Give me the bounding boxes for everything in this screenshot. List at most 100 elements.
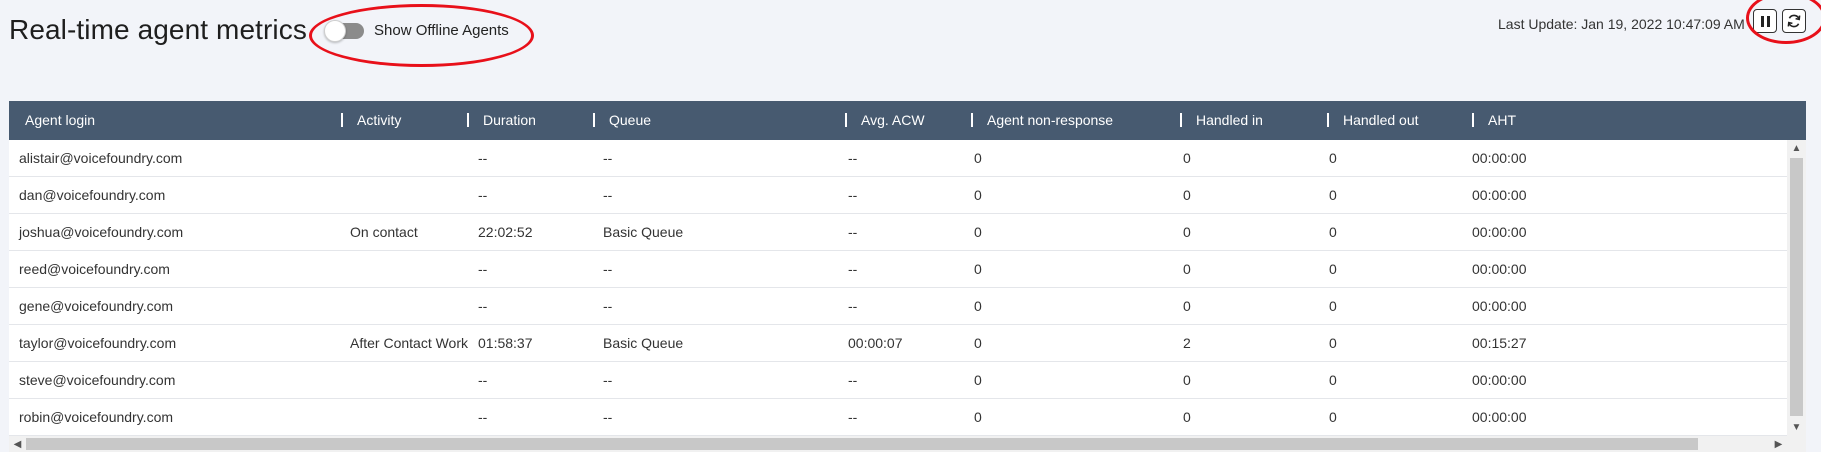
avg-acw-cell: -- [848, 372, 858, 388]
vertical-scrollbar[interactable]: ▲ ▼ [1787, 140, 1806, 436]
agent-login-cell: dan@voicefoundry.com [19, 187, 166, 203]
scroll-down-arrow-icon[interactable]: ▼ [1787, 419, 1806, 436]
duration-cell: -- [478, 261, 488, 277]
avg-acw-cell: -- [848, 150, 858, 166]
duration-cell: -- [478, 187, 488, 203]
duration-cell: -- [478, 372, 488, 388]
handled-in-cell: 0 [1183, 224, 1191, 240]
agent-non-response-cell: 0 [974, 187, 982, 203]
duration-cell: -- [478, 298, 488, 314]
toggle-label: Show Offline Agents [374, 22, 509, 39]
activity-cell: After Contact Work [350, 335, 469, 351]
aht-cell: 00:00:00 [1472, 150, 1527, 166]
agent-login-cell: taylor@voicefoundry.com [19, 335, 177, 351]
table-row[interactable]: taylor@voicefoundry.com After Contact Wor… [9, 325, 1787, 362]
agent-login-cell: alistair@voicefoundry.com [19, 150, 183, 166]
avg-acw-cell: -- [848, 187, 858, 203]
duration-cell: -- [478, 150, 488, 166]
avg-acw-cell: 00:00:07 [848, 335, 903, 351]
duration-cell: -- [478, 409, 488, 425]
column-header-agent-non-response[interactable]: Agent non-response [971, 101, 1113, 140]
table-body: alistair@voicefoundry.com -- -- -- 0 0 0 00:00:… [9, 140, 1787, 436]
column-header-activity[interactable]: Activity [341, 101, 401, 140]
aht-cell: 00:00:00 [1472, 409, 1527, 425]
table-row[interactable]: joshua@voicefoundry.com On contact 22:02:5… [9, 214, 1787, 251]
agent-non-response-cell: 0 [974, 372, 982, 388]
agent-login-cell: steve@voicefoundry.com [19, 372, 176, 388]
table-header: Agent login Activity Duration Queue Avg.… [9, 101, 1806, 140]
handled-out-cell: 0 [1329, 187, 1337, 203]
agent-non-response-cell: 0 [974, 224, 982, 240]
refresh-icon [1787, 14, 1801, 28]
last-update-timestamp: Last Update: Jan 19, 2022 10:47:09 AM [1498, 16, 1745, 32]
handled-out-cell: 0 [1329, 298, 1337, 314]
aht-cell: 00:15:27 [1472, 335, 1527, 351]
avg-acw-cell: -- [848, 409, 858, 425]
refresh-button[interactable] [1782, 9, 1806, 33]
scroll-left-arrow-icon[interactable]: ◀ [9, 436, 26, 452]
queue-cell: Basic Queue [603, 335, 684, 351]
handled-in-cell: 0 [1183, 298, 1191, 314]
table-row[interactable]: robin@voicefoundry.com -- -- -- 0 0 0 00:00:00 [9, 399, 1787, 436]
handled-in-cell: 0 [1183, 150, 1191, 166]
handled-out-cell: 0 [1329, 335, 1337, 351]
aht-cell: 00:00:00 [1472, 298, 1527, 314]
toggle-knob [324, 19, 346, 42]
handled-in-cell: 2 [1183, 335, 1191, 351]
horizontal-scrollbar-thumb[interactable] [26, 438, 1698, 450]
handled-out-cell: 0 [1329, 224, 1337, 240]
duration-cell: 22:02:52 [478, 224, 533, 240]
duration-cell: 01:58:37 [478, 335, 533, 351]
column-header-handled-out[interactable]: Handled out [1327, 101, 1419, 140]
handled-out-cell: 0 [1329, 150, 1337, 166]
column-header-agent-login[interactable]: Agent login [9, 101, 95, 140]
table-row[interactable]: steve@voicefoundry.com -- -- -- 0 0 0 00:00:00 [9, 362, 1787, 399]
column-header-duration[interactable]: Duration [467, 101, 536, 140]
handled-in-cell: 0 [1183, 261, 1191, 277]
table-row[interactable]: alistair@voicefoundry.com -- -- -- 0 0 0 00:00:… [9, 140, 1787, 177]
column-header-handled-in[interactable]: Handled in [1180, 101, 1263, 140]
pause-button[interactable] [1753, 9, 1777, 33]
handled-in-cell: 0 [1183, 187, 1191, 203]
scroll-up-arrow-icon[interactable]: ▲ [1787, 140, 1806, 157]
queue-cell: Basic Queue [603, 224, 684, 240]
aht-cell: 00:00:00 [1472, 372, 1527, 388]
table-row[interactable]: gene@voicefoundry.com -- -- -- 0 0 0 00:00:00 [9, 288, 1787, 325]
handled-out-cell: 0 [1329, 372, 1337, 388]
aht-cell: 00:00:00 [1472, 187, 1527, 203]
column-header-avg-acw[interactable]: Avg. ACW [845, 101, 925, 140]
page-title: Real-time agent metrics [9, 14, 307, 45]
agent-login-cell: gene@voicefoundry.com [19, 298, 174, 314]
vertical-scrollbar-thumb[interactable] [1790, 158, 1803, 416]
queue-cell: -- [603, 261, 613, 277]
agent-login-cell: joshua@voicefoundry.com [19, 224, 184, 240]
queue-cell: -- [603, 409, 613, 425]
agent-non-response-cell: 0 [974, 261, 982, 277]
pause-icon [1760, 15, 1770, 27]
agent-non-response-cell: 0 [974, 298, 982, 314]
queue-cell: -- [603, 372, 613, 388]
table-row[interactable]: dan@voicefoundry.com -- -- -- 0 0 0 00:00:00 [9, 177, 1787, 214]
queue-cell: -- [603, 298, 613, 314]
column-header-aht[interactable]: AHT [1472, 101, 1516, 140]
agent-non-response-cell: 0 [974, 150, 982, 166]
agent-non-response-cell: 0 [974, 409, 982, 425]
queue-cell: -- [603, 187, 613, 203]
avg-acw-cell: -- [848, 224, 858, 240]
activity-cell: On contact [350, 224, 418, 240]
avg-acw-cell: -- [848, 298, 858, 314]
avg-acw-cell: -- [848, 261, 858, 277]
column-header-queue[interactable]: Queue [593, 101, 651, 140]
show-offline-agents-toggle[interactable]: Show Offline Agents [324, 19, 509, 42]
handled-out-cell: 0 [1329, 261, 1337, 277]
horizontal-scrollbar[interactable]: ◀ ▶ [9, 436, 1806, 452]
scroll-right-arrow-icon[interactable]: ▶ [1770, 436, 1787, 452]
handled-out-cell: 0 [1329, 409, 1337, 425]
agent-metrics-table: Agent login Activity Duration Queue Avg.… [9, 101, 1806, 452]
handled-in-cell: 0 [1183, 409, 1191, 425]
table-row[interactable]: reed@voicefoundry.com -- -- -- 0 0 0 00:00:00 [9, 251, 1787, 288]
agent-login-cell: robin@voicefoundry.com [19, 409, 174, 425]
agent-non-response-cell: 0 [974, 335, 982, 351]
handled-in-cell: 0 [1183, 372, 1191, 388]
toggle-switch[interactable] [324, 19, 364, 42]
